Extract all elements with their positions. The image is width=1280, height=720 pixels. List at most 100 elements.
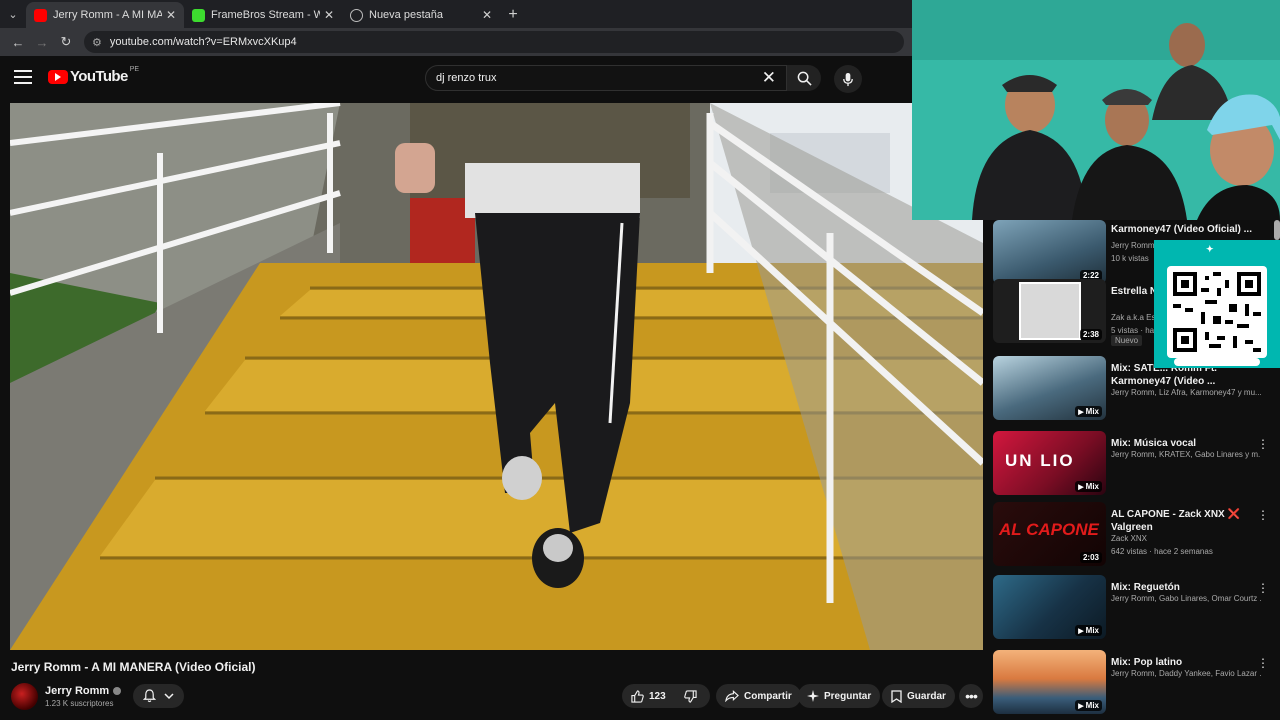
rec-title: AL CAPONE - Zack XNX ❌ Valgreen <box>1111 509 1240 533</box>
qr-code-icon <box>1167 266 1267 358</box>
like-button[interactable]: 123 <box>622 684 675 708</box>
video-thumbnail[interactable]: AL CAPONE 2:03 <box>993 502 1106 566</box>
site-info-icon[interactable]: ⚙ <box>92 36 102 49</box>
browser-tab-strip: ⌄ Jerry Romm - A MI MANERA (V ✕ FrameBro… <box>0 0 912 28</box>
tab-youtube[interactable]: Jerry Romm - A MI MANERA (V ✕ <box>26 2 184 28</box>
new-badge: Nuevo <box>1111 335 1143 346</box>
share-button[interactable]: Compartir <box>716 684 801 708</box>
rec-stats: 642 vistas · hace 2 semanas <box>1111 547 1213 556</box>
thumbs-up-icon <box>631 689 644 703</box>
rec-channel: Jerry Romm, KRATEX, Gabo Linares y m... <box>1111 450 1261 459</box>
video-thumbnail[interactable]: ▶ Mix <box>993 650 1106 714</box>
close-icon[interactable]: ✕ <box>324 8 334 22</box>
bell-icon <box>143 689 156 703</box>
close-icon[interactable]: ✕ <box>166 8 176 22</box>
tab-title: Jerry Romm - A MI MANERA (V <box>53 9 162 21</box>
more-options-icon[interactable]: ⋮ <box>1257 582 1269 594</box>
reload-icon[interactable]: ↻ <box>54 30 78 54</box>
webcam-overlay <box>912 0 1280 220</box>
notifications-button[interactable] <box>133 684 184 708</box>
search-query: dj renzo trux <box>436 72 497 84</box>
back-arrow-icon[interactable]: ← <box>6 30 30 54</box>
video-thumbnail[interactable]: 2:22 <box>993 220 1106 284</box>
video-frame <box>10 103 983 650</box>
rec-title: Karmoney47 (Video Oficial) ... <box>1111 224 1252 235</box>
tab-new-tab[interactable]: Nueva pestaña ✕ <box>342 2 500 28</box>
channel-name-text: Jerry Romm <box>45 685 110 697</box>
youtube-favicon-icon <box>34 8 47 22</box>
rec-title: Mix: Pop latino <box>1111 657 1183 668</box>
mix-badge: ▶ Mix <box>1075 481 1102 492</box>
video-thumbnail[interactable]: 2:38 <box>993 279 1106 343</box>
more-options-icon[interactable]: ⋮ <box>1257 657 1269 669</box>
tab-title: FrameBros Stream - Watch Live <box>211 9 320 21</box>
list-item[interactable]: ▶ Mix Mix: Reguetón Jerry Romm, Gabo Lina… <box>993 575 1280 641</box>
channel-name[interactable]: Jerry Romm <box>45 685 122 697</box>
plus-icon[interactable]: + <box>500 2 526 28</box>
ask-button[interactable]: Preguntar <box>798 684 881 708</box>
rec-channel: Jerry Romm, Gabo Linares, Omar Courtz ..… <box>1111 594 1261 603</box>
share-icon <box>725 690 739 702</box>
forward-arrow-icon[interactable]: → <box>30 30 54 54</box>
brand-logo-icon: ✦ <box>1206 244 1214 254</box>
microphone-button[interactable] <box>834 65 862 93</box>
tab-framebros[interactable]: FrameBros Stream - Watch Live ✕ <box>184 2 342 28</box>
browser-toolbar: ← → ↻ ⚙ youtube.com/watch?v=ERMxvcXKup4 <box>0 28 912 56</box>
search-button[interactable] <box>787 65 821 91</box>
playlist-icon: ▶ <box>1078 408 1084 416</box>
playlist-icon: ▶ <box>1078 627 1084 635</box>
close-icon[interactable]: ✕ <box>482 8 492 22</box>
playlist-icon: ▶ <box>1078 702 1084 710</box>
more-options-icon[interactable]: ••• <box>959 684 983 708</box>
globe-icon <box>350 8 363 22</box>
tab-title: Nueva pestaña <box>369 9 443 21</box>
close-icon[interactable]: ✕ <box>762 68 776 88</box>
menu-icon[interactable] <box>14 70 32 84</box>
rec-channel: Zack XNX <box>1111 534 1148 543</box>
save-label: Guardar <box>907 690 946 702</box>
more-options-icon[interactable]: ⋮ <box>1257 438 1269 450</box>
youtube-logo[interactable]: YouTube PE <box>48 66 140 85</box>
rec-title: Mix: Música vocal <box>1111 438 1197 449</box>
search-input[interactable]: dj renzo trux ✕ <box>425 65 787 91</box>
logo-text: YouTube <box>70 68 128 85</box>
chevron-down-icon[interactable]: ⌄ <box>0 0 26 28</box>
verified-icon <box>113 687 122 695</box>
mix-badge: ▶ Mix <box>1075 700 1102 711</box>
bookmark-icon <box>891 689 902 703</box>
scrollbar[interactable] <box>1274 220 1280 240</box>
microphone-icon <box>843 72 853 86</box>
url-text: youtube.com/watch?v=ERMxvcXKup4 <box>109 36 297 48</box>
youtube-play-icon <box>48 69 68 84</box>
avatar[interactable] <box>11 683 38 710</box>
video-title: Jerry Romm - A MI MANERA (Video Oficial) <box>11 660 256 674</box>
framebros-favicon-icon <box>192 8 205 22</box>
address-bar[interactable]: ⚙ youtube.com/watch?v=ERMxvcXKup4 <box>84 31 904 53</box>
search-icon <box>797 71 812 86</box>
dislike-button[interactable] <box>675 684 711 708</box>
subscriber-count: 1.23 K suscriptores <box>45 699 114 708</box>
youtube-header: YouTube PE dj renzo trux ✕ <box>0 56 912 100</box>
more-options-icon[interactable]: ⋮ <box>1257 509 1269 521</box>
screen: ⌄ Jerry Romm - A MI MANERA (V ✕ FrameBro… <box>0 0 1280 720</box>
video-thumbnail[interactable]: ▶ Mix <box>993 575 1106 639</box>
webcam-frame <box>912 0 1280 220</box>
share-label: Compartir <box>744 690 792 702</box>
duration-badge: 2:38 <box>1079 329 1102 340</box>
list-item[interactable]: ▶ Mix Mix: Pop latino Jerry Romm, Daddy Y… <box>993 650 1280 716</box>
thumbs-down-icon <box>683 689 697 703</box>
chevron-down-icon <box>164 692 174 699</box>
rec-title: Mix: Reguetón <box>1111 582 1180 593</box>
country-code: PE <box>129 66 140 73</box>
save-button[interactable]: Guardar <box>882 684 955 708</box>
rec-channel: Jerry Romm, Liz Afra, Karmoney47 y mu... <box>1111 388 1261 397</box>
playlist-icon: ▶ <box>1078 483 1084 491</box>
mix-badge: ▶ Mix <box>1075 406 1102 417</box>
video-thumbnail[interactable]: UN LIO ▶ Mix <box>993 431 1106 495</box>
video-player[interactable] <box>10 103 983 650</box>
video-thumbnail[interactable]: ▶ Mix <box>993 356 1106 420</box>
list-item[interactable]: AL CAPONE 2:03 AL CAPONE - Zack XNX ❌ Val… <box>993 502 1280 568</box>
list-item[interactable]: UN LIO ▶ Mix Mix: Música vocal Jerry Romm,… <box>993 431 1280 497</box>
like-dislike-group: 123 <box>622 684 710 708</box>
mix-badge: ▶ Mix <box>1075 625 1102 636</box>
